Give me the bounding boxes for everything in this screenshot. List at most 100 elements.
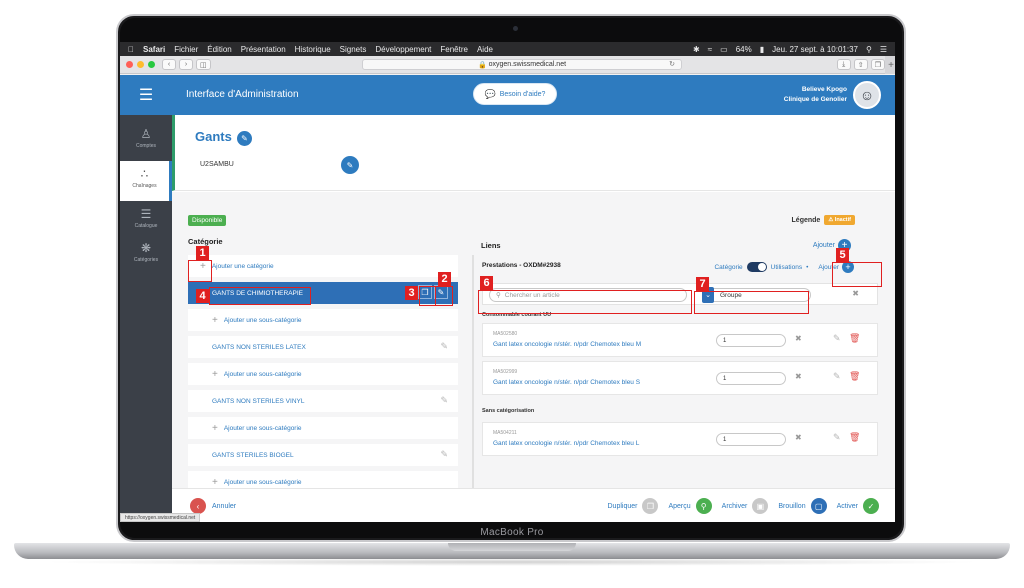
cancel-label: Annuler xyxy=(212,502,237,510)
menu-historique[interactable]: Historique xyxy=(295,45,331,54)
cancel-button[interactable]: ‹ Annuler xyxy=(190,498,236,514)
menu-presentation[interactable]: Présentation xyxy=(241,45,286,54)
notification-center-icon[interactable]: ☰ xyxy=(880,45,887,54)
sidebar-item-categories[interactable]: ❋ Catégories xyxy=(120,235,172,275)
wifi-icon[interactable]: ≈ xyxy=(708,45,712,54)
help-button[interactable]: 💬 Besoin d'aide? xyxy=(473,83,557,105)
category-label: GANTS NON STERILES VINYL xyxy=(212,397,305,405)
search-icon: ⚲ xyxy=(695,498,712,514)
menu-fenetre[interactable]: Fenêtre xyxy=(440,45,468,54)
menu-aide[interactable]: Aide xyxy=(477,45,493,54)
annotation-box-6 xyxy=(478,290,692,314)
remove-quantity-icon[interactable]: ✖ xyxy=(795,334,802,343)
list-item[interactable]: MA504211 Gant latex oncologie n/stér. n/… xyxy=(482,422,878,456)
edit-icon[interactable]: ✎ xyxy=(440,395,448,406)
activate-label: Activer xyxy=(836,502,858,510)
add-subcategory-label: Ajouter une sous-catégorie xyxy=(223,478,302,486)
avatar[interactable]: ☺ xyxy=(853,81,881,109)
remove-quantity-icon[interactable]: ✖ xyxy=(795,433,802,442)
new-tab-button[interactable]: + xyxy=(885,56,895,74)
clock[interactable]: Jeu. 27 sept. à 10:01:37 xyxy=(772,45,858,54)
minimize-window-button[interactable] xyxy=(137,61,144,68)
item-code: MA502999 xyxy=(493,369,518,375)
category-usage-toggle[interactable] xyxy=(746,262,767,272)
menu-fichier[interactable]: Fichier xyxy=(174,45,198,54)
preview-button[interactable]: Aperçu ⚲ xyxy=(668,498,712,514)
edit-code-button[interactable]: ✎ xyxy=(341,156,359,174)
annotation-box-2 xyxy=(435,286,453,306)
tabs-icon[interactable]: ❐ xyxy=(870,59,885,70)
activate-button[interactable]: Activer ✓ xyxy=(837,498,879,514)
archive-button[interactable]: Archiver ▣ xyxy=(722,498,769,514)
bluetooth-icon[interactable]: ✱ xyxy=(693,45,700,54)
laptop-notch xyxy=(448,543,576,551)
edit-icon[interactable]: ✎ xyxy=(833,333,841,344)
sidebar-item-comptes[interactable]: ♙ Comptes xyxy=(120,121,172,161)
folder-icon: ▢ xyxy=(810,498,827,514)
quantity-field[interactable]: 1 xyxy=(716,433,786,446)
battery-icon[interactable]: ▮ xyxy=(760,45,764,54)
edit-icon[interactable]: ✎ xyxy=(440,449,448,460)
apple-icon[interactable]:  xyxy=(128,45,134,54)
mac-menubar:  Safari Fichier Édition Présentation Hi… xyxy=(120,42,895,56)
address-bar[interactable]: 🔒 oxygen.swissmedical.net ↻ xyxy=(362,59,682,70)
sidebar-toggle-icon[interactable]: ◫ xyxy=(196,59,211,70)
category-item-vinyl[interactable]: GANTS NON STERILES VINYL ✎ xyxy=(188,390,458,412)
edit-title-button[interactable]: ✎ xyxy=(237,131,252,146)
close-window-button[interactable] xyxy=(126,61,133,68)
zoom-window-button[interactable] xyxy=(148,61,155,68)
edit-icon[interactable]: ✎ xyxy=(833,371,841,382)
category-label: GANTS STERILES BIOGEL xyxy=(212,451,294,459)
draft-button[interactable]: Brouillon ▢ xyxy=(778,498,827,514)
trash-icon[interactable]: 🗑 xyxy=(849,333,860,344)
add-subcategory-label: Ajouter une sous-catégorie xyxy=(223,316,302,324)
annotation-number-2: 2 xyxy=(438,272,451,286)
menubar-status: ✱ ≈ ▭ 64% ▮ Jeu. 27 sept. à 10:01:37 ⚲ ☰ xyxy=(685,45,887,54)
edit-icon[interactable]: ✎ xyxy=(440,341,448,352)
downloads-icon[interactable]: ⤓ xyxy=(836,59,851,70)
spotlight-icon[interactable]: ⚲ xyxy=(866,45,872,54)
forward-button[interactable]: › xyxy=(179,59,193,70)
add-subcategory-label: Ajouter une sous-catégorie xyxy=(223,424,302,432)
category-item-latex[interactable]: GANTS NON STERILES LATEX ✎ xyxy=(188,336,458,358)
menu-developpement[interactable]: Développement xyxy=(375,45,431,54)
annotation-number-6: 6 xyxy=(480,276,493,290)
duplicate-button[interactable]: Dupliquer ❐ xyxy=(608,498,659,514)
battery-percent[interactable]: 64% xyxy=(736,45,752,54)
reload-icon[interactable]: ↻ xyxy=(669,60,675,68)
annotation-box-7 xyxy=(694,291,809,314)
check-icon: ✓ xyxy=(863,498,879,514)
main-content: Gants ✎ U2SAMBU ✎ Disponible Légende ⚠ I… xyxy=(172,115,895,522)
menu-safari[interactable]: Safari xyxy=(143,45,165,54)
trash-icon[interactable]: 🗑 xyxy=(849,371,860,382)
edit-icon[interactable]: ✎ xyxy=(833,432,841,443)
sidebar-item-label: Chaînages xyxy=(132,183,157,189)
quantity-field[interactable]: 1 xyxy=(716,372,786,385)
list-item[interactable]: MA502580 Gant latex oncologie n/stér. n/… xyxy=(482,323,878,357)
item-code: MA504211 xyxy=(493,430,517,436)
menu-hamburger-icon[interactable]: ☰ xyxy=(120,75,172,115)
category-label: GANTS NON STERILES LATEX xyxy=(212,343,306,351)
add-category-button[interactable]: + Ajouter une catégorie xyxy=(188,255,458,277)
clear-filter-icon[interactable]: ✖ xyxy=(852,289,859,298)
add-subcategory-button[interactable]: + Ajouter une sous-catégorie xyxy=(188,363,458,385)
category-item-biogel[interactable]: GANTS STERILES BIOGEL ✎ xyxy=(188,444,458,466)
share-icon[interactable]: ⇧ xyxy=(853,59,868,70)
sidebar-item-chainages[interactable]: ∴ Chaînages xyxy=(120,161,172,201)
menu-signets[interactable]: Signets xyxy=(340,45,367,54)
back-button[interactable]: ‹ xyxy=(162,59,176,70)
annotation-box-1 xyxy=(188,260,212,282)
add-subcategory-button[interactable]: + Ajouter une sous-catégorie xyxy=(188,417,458,439)
lock-icon: 🔒 xyxy=(477,61,489,69)
airplay-icon[interactable]: ▭ xyxy=(720,45,728,54)
remove-quantity-icon[interactable]: ✖ xyxy=(795,372,802,381)
add-subcategory-button[interactable]: + Ajouter une sous-catégorie xyxy=(188,309,458,331)
list-icon: ☰ xyxy=(140,207,152,221)
item-name: Gant latex oncologie n/stér. n/pdr Chemo… xyxy=(493,440,640,447)
user-info[interactable]: Believe Kpogo Clinique de Genolier xyxy=(784,85,847,105)
annotation-number-5: 5 xyxy=(836,248,849,262)
list-item[interactable]: MA502999 Gant latex oncologie n/stér. n/… xyxy=(482,361,878,395)
menu-edition[interactable]: Édition xyxy=(207,45,231,54)
trash-icon[interactable]: 🗑 xyxy=(849,432,860,443)
quantity-field[interactable]: 1 xyxy=(716,334,786,347)
